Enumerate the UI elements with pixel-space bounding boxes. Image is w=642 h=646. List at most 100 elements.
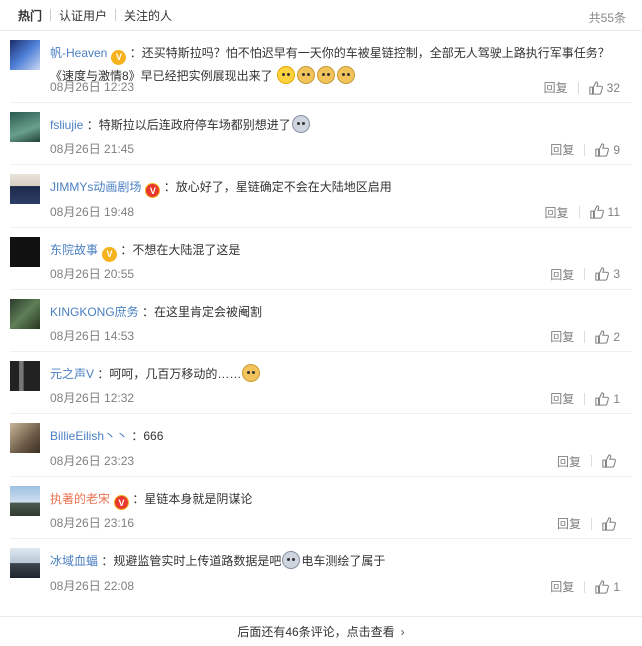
reply-button[interactable]: 回复: [545, 204, 569, 221]
comment-content: fsliujie ：特斯拉以后连政府停车场都别想进了: [50, 114, 622, 136]
tab-following[interactable]: 关注的人: [116, 7, 180, 24]
comment-actions: 回复 1: [550, 578, 620, 595]
action-divider: [584, 268, 586, 281]
reply-button[interactable]: 回复: [550, 578, 574, 595]
user-name[interactable]: 东院故事: [50, 243, 98, 257]
thumbs-up-icon: [588, 80, 603, 95]
action-divider: [578, 206, 580, 219]
comment-text: ：规避监管实时上传道路数据是吧: [101, 554, 282, 569]
comment-actions: 回复: [557, 453, 620, 470]
comment-content: 东院故事 V ：不想在大陆混了这是: [50, 239, 622, 262]
like-button[interactable]: 32: [588, 80, 620, 95]
comment-time: 08月26日 23:16: [50, 516, 135, 531]
reply-button[interactable]: 回复: [550, 266, 574, 283]
comment-content: BillieEilish丶丶 ：666: [50, 425, 622, 447]
like-count: 32: [606, 80, 620, 95]
comment-actions: 回复 1: [550, 390, 620, 407]
action-divider: [584, 580, 586, 593]
comment-actions: 回复 2: [550, 328, 620, 345]
reply-button[interactable]: 回复: [550, 328, 574, 345]
doge-emoji-icon: [242, 364, 261, 383]
comment-text: ：在这里肯定会被阉割: [142, 304, 263, 319]
avatar[interactable]: [10, 548, 40, 579]
comment-text: ：666: [131, 429, 164, 444]
like-count: 9: [613, 142, 620, 157]
avatar[interactable]: [10, 361, 40, 392]
comment-item: 东院故事 V ：不想在大陆混了这是 08月26日 20:55 回复 3: [10, 228, 632, 290]
avatar[interactable]: [10, 112, 40, 142]
reply-button[interactable]: 回复: [544, 79, 568, 96]
reply-button[interactable]: 回复: [550, 390, 574, 407]
like-button[interactable]: 3: [595, 267, 620, 281]
comment-item: 执著的老宋 V ：星链本身就是阴谋论 08月26日 23:16 回复: [10, 477, 632, 540]
comment-content: 帆-Heaven V ：还买特斯拉吗？怕不怕迟早有一天你的车被星链控制，全部无人驾…: [50, 42, 622, 87]
like-button[interactable]: 1: [595, 580, 620, 594]
comment-item: 冰域血蝠 ：规避监管实时上传道路数据是吧 电车测绘了属于 08月26日 22:08…: [10, 539, 632, 601]
comment-item: 帆-Heaven V ：还买特斯拉吗？怕不怕迟早有一天你的车被星链控制，全部无人驾…: [10, 31, 632, 103]
tab-hot[interactable]: 热门: [10, 7, 50, 24]
user-name[interactable]: 元之声V: [50, 367, 94, 381]
like-button[interactable]: 2: [595, 330, 620, 344]
user-name[interactable]: 执著的老宋: [50, 492, 110, 506]
user-name[interactable]: 冰域血蝠: [50, 554, 98, 568]
like-button[interactable]: 9: [595, 143, 620, 157]
thumbs-up-icon: [602, 454, 616, 468]
verified-badge-icon: V: [145, 183, 161, 199]
comment-text: 电车测绘了属于: [301, 554, 386, 569]
user-name[interactable]: JIMMYs动画剧场: [50, 180, 141, 194]
avatar[interactable]: [10, 174, 40, 205]
user-name[interactable]: BillieEilish丶丶: [50, 429, 128, 443]
like-count: 2: [613, 329, 620, 344]
comment-text: ：不想在大陆混了这是: [120, 242, 241, 257]
thumbs-up-icon: [602, 516, 616, 531]
doge-emoji-icon: [337, 66, 356, 84]
like-button[interactable]: 11: [589, 205, 620, 220]
comment-time: 08月26日 12:23: [50, 80, 135, 94]
comment-content: KINGKONG庶务 ：在这里肯定会被阉割: [50, 301, 622, 323]
comment-time: 08月26日 12:32: [50, 391, 135, 406]
thumbs-up-icon: [595, 392, 610, 406]
avatar[interactable]: [10, 485, 40, 516]
user-name[interactable]: fsliujie: [50, 118, 83, 132]
comment-time: 08月26日 20:55: [50, 266, 135, 281]
husky-emoji-icon: [282, 551, 301, 570]
comment-item: fsliujie ：特斯拉以后连政府停车场都别想进了 08月26日 21:45 …: [10, 103, 632, 166]
reply-button[interactable]: 回复: [557, 515, 581, 532]
comment-item: BillieEilish丶丶 ：666 08月26日 23:23 回复: [10, 414, 632, 477]
avatar[interactable]: [10, 298, 40, 329]
grin-emoji-icon: [277, 66, 296, 84]
comment-text: ：特斯拉以后连政府停车场都别想进了: [86, 118, 291, 132]
comment-list: 帆-Heaven V ：还买特斯拉吗？怕不怕迟早有一天你的车被星链控制，全部无人驾…: [0, 31, 642, 601]
like-count: 3: [613, 267, 620, 282]
husky-emoji-icon: [291, 115, 310, 133]
like-count: 1: [613, 579, 620, 594]
avatar[interactable]: [10, 40, 40, 70]
like-button[interactable]: 1: [595, 392, 620, 406]
reply-button[interactable]: 回复: [550, 141, 574, 158]
comment-content: JIMMYs动画剧场 V ：放心好了，星链确定不会在大陆地区启用: [50, 176, 622, 199]
doge-emoji-icon: [317, 66, 336, 84]
like-count: 11: [607, 205, 620, 220]
comment-content: 冰域血蝠 ：规避监管实时上传道路数据是吧 电车测绘了属于: [50, 550, 622, 572]
like-button[interactable]: [602, 454, 620, 468]
comment-time: 08月26日 19:48: [50, 204, 135, 219]
reply-button[interactable]: 回复: [557, 453, 581, 470]
user-name[interactable]: 帆-Heaven: [50, 46, 107, 60]
comment-text: ：放心好了，星链确定不会在大陆地区启用: [163, 180, 392, 195]
avatar[interactable]: [10, 236, 40, 267]
comment-actions: 回复: [557, 515, 620, 532]
action-divider: [584, 143, 586, 156]
thumbs-up-icon: [595, 267, 610, 282]
comment-time: 08月26日 23:23: [50, 453, 135, 468]
verified-badge-icon: V: [111, 50, 127, 65]
comment-text: ：星链本身就是阴谋论: [132, 491, 253, 506]
action-divider: [591, 517, 592, 530]
tab-verified-users[interactable]: 认证用户: [51, 7, 115, 24]
more-comments-link[interactable]: 后面还有46条评论，点击查看 ›: [0, 616, 642, 646]
like-button[interactable]: [602, 516, 620, 531]
thumbs-up-icon: [595, 330, 610, 344]
user-name[interactable]: KINGKONG庶务: [50, 305, 139, 319]
comment-content: 执著的老宋 V ：星链本身就是阴谋论: [50, 488, 622, 510]
avatar[interactable]: [10, 423, 40, 454]
comment-actions: 回复 9: [550, 141, 620, 158]
